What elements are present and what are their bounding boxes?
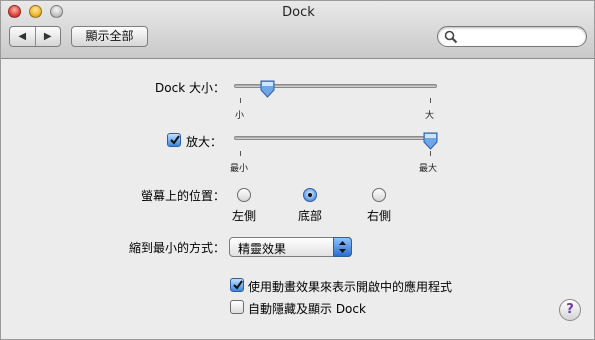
position-bottom-label: 底部 [297, 209, 322, 223]
magnification-max-label: 最大 [419, 164, 438, 174]
minimize-effect-value: 精靈效果 [238, 242, 287, 256]
back-button[interactable]: ◀ [10, 27, 35, 46]
autohide-label: 自動隱藏及顯示 Dock [248, 302, 366, 316]
checkmark-icon [233, 280, 243, 290]
search-field[interactable] [437, 26, 587, 47]
popup-arrows-icon [333, 237, 352, 257]
tick-mark [430, 151, 431, 156]
magnification-min-label: 最小 [230, 164, 249, 174]
position-left-label: 左側 [231, 209, 256, 223]
search-input[interactable] [460, 29, 580, 44]
preferences-window: Dock ◀ ▶ 顯示全部 Dock 大小： 小 大 放大： 最小 最大 螢幕上… [0, 0, 595, 340]
position-right-label: 右側 [366, 209, 391, 223]
position-label: 螢幕上的位置： [140, 189, 225, 203]
checkmark-icon [170, 135, 180, 145]
position-bottom-radio[interactable] [303, 188, 317, 202]
minimize-effect-label: 縮到最小的方式： [128, 241, 225, 255]
size-min-label: 小 [235, 111, 245, 121]
show-all-button[interactable]: 顯示全部 [71, 26, 148, 47]
dock-size-slider-thumb[interactable] [260, 80, 275, 98]
tick-mark [430, 98, 431, 103]
minimize-effect-popup[interactable]: 精靈效果 [229, 237, 352, 257]
back-forward-control: ◀ ▶ [9, 26, 61, 47]
magnification-label: 放大： [186, 135, 223, 149]
autohide-checkbox[interactable] [230, 300, 244, 314]
help-button[interactable]: ? [559, 299, 581, 321]
magnification-slider-track[interactable] [234, 136, 437, 140]
search-icon [444, 30, 458, 44]
position-left-radio[interactable] [237, 188, 251, 202]
position-right-radio[interactable] [372, 188, 386, 202]
tick-mark [240, 98, 241, 103]
back-arrow-icon: ◀ [18, 31, 27, 42]
tick-mark [240, 151, 241, 156]
size-max-label: 大 [425, 111, 435, 121]
dock-size-label: Dock 大小： [155, 81, 225, 95]
forward-arrow-icon: ▶ [43, 31, 52, 42]
magnification-slider-thumb[interactable] [423, 132, 438, 150]
forward-button[interactable]: ▶ [34, 27, 61, 46]
animate-opening-label: 使用動畫效果來表示開啟中的應用程式 [248, 280, 453, 294]
title-toolbar: Dock ◀ ▶ 顯示全部 [1, 1, 594, 59]
window-title: Dock [282, 5, 315, 20]
magnification-checkbox[interactable] [167, 133, 181, 147]
animate-opening-checkbox[interactable] [230, 278, 244, 292]
